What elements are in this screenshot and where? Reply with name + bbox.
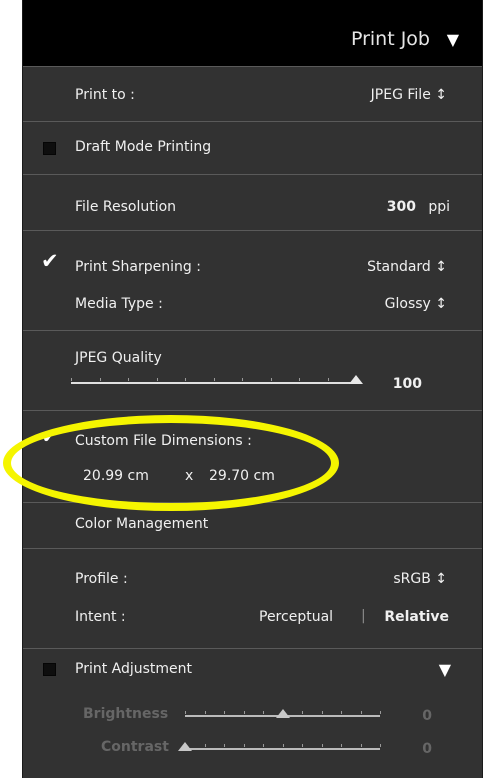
- color-management-section: Color Management Profile : sRGB ↕ Intent…: [23, 502, 482, 649]
- brightness-label: Brightness: [83, 706, 169, 722]
- slider-tick: [128, 378, 129, 381]
- jpeg-quality-section: JPEG Quality 100: [23, 330, 482, 411]
- slider-tick: [99, 378, 101, 381]
- color-management-divider: [23, 548, 482, 549]
- intent-label: Intent :: [75, 609, 126, 625]
- jpeg-quality-slider-thumb[interactable]: [349, 375, 363, 384]
- slider-tick: [302, 744, 303, 747]
- print-sharpening-label: Print Sharpening :: [75, 259, 201, 275]
- contrast-label: Contrast: [101, 739, 169, 755]
- slider-tick: [213, 378, 215, 381]
- slider-tick: [242, 378, 243, 381]
- contrast-ticks: [185, 744, 381, 750]
- jpeg-quality-label: JPEG Quality: [75, 350, 162, 366]
- file-resolution-unit: ppi: [428, 199, 450, 215]
- print-job-panel: Print Job ▼ Print to : JPEG File ↕ Draft…: [22, 0, 483, 778]
- intent-perceptual-option[interactable]: Perceptual: [259, 609, 333, 625]
- custom-dimensions-label: Custom File Dimensions :: [75, 433, 252, 449]
- file-resolution-input[interactable]: 300: [387, 199, 416, 215]
- slider-tick: [263, 744, 264, 747]
- panel-header[interactable]: Print Job ▼: [23, 0, 482, 67]
- slider-tick: [270, 378, 272, 381]
- draft-mode-checkbox[interactable]: [43, 142, 56, 155]
- intent-divider: |: [361, 608, 366, 624]
- contrast-slider-thumb[interactable]: [178, 742, 192, 751]
- jpeg-quality-ticks: [71, 378, 357, 384]
- slider-tick: [341, 744, 342, 747]
- brightness-value: 0: [422, 708, 432, 724]
- slider-tick: [243, 711, 245, 714]
- draft-mode-section: Draft Mode Printing: [23, 121, 482, 175]
- profile-select[interactable]: sRGB ↕: [393, 571, 447, 587]
- slider-tick: [360, 711, 362, 714]
- slider-tick: [302, 711, 303, 714]
- triangle-down-icon[interactable]: ▼: [439, 660, 451, 679]
- slider-tick: [71, 378, 72, 381]
- custom-height-input[interactable]: 29.70 cm: [209, 468, 275, 484]
- slider-tick: [224, 711, 225, 714]
- print-sharpening-select[interactable]: Standard ↕: [367, 259, 447, 275]
- profile-label: Profile :: [75, 571, 128, 587]
- slider-tick: [204, 711, 206, 714]
- custom-dimensions-section: ✔ Custom File Dimensions : 20.99 cm x 29…: [23, 410, 482, 503]
- slider-tick: [380, 711, 381, 714]
- intent-relative-option[interactable]: Relative: [384, 609, 449, 625]
- panel-title: Print Job: [350, 28, 430, 50]
- slider-tick: [360, 744, 362, 747]
- file-resolution-section: File Resolution 300 ppi: [23, 174, 482, 231]
- triangle-down-icon[interactable]: ▼: [447, 30, 459, 49]
- print-to-select[interactable]: JPEG File ↕: [371, 87, 447, 103]
- slider-tick: [380, 744, 381, 747]
- slider-tick: [204, 744, 206, 747]
- custom-dimensions-checkbox[interactable]: ✔: [41, 426, 59, 447]
- slider-tick: [263, 711, 264, 714]
- sharpening-section: ✔ Print Sharpening : Standard ↕ Media Ty…: [23, 230, 482, 331]
- slider-tick: [156, 378, 158, 381]
- file-resolution-label: File Resolution: [75, 199, 177, 215]
- slider-tick: [327, 378, 329, 381]
- slider-tick: [282, 744, 284, 747]
- slider-tick: [321, 711, 323, 714]
- slider-tick: [185, 711, 186, 714]
- contrast-value: 0: [422, 741, 432, 757]
- draft-mode-label: Draft Mode Printing: [75, 139, 212, 155]
- slider-tick: [243, 744, 245, 747]
- custom-width-input[interactable]: 20.99 cm: [83, 468, 149, 484]
- print-adjustment-label: Print Adjustment: [75, 661, 193, 677]
- slider-tick: [224, 744, 225, 747]
- print-to-label: Print to :: [75, 87, 135, 103]
- color-management-title: Color Management: [75, 516, 209, 532]
- media-type-label: Media Type :: [75, 296, 163, 312]
- print-adjustment-checkbox[interactable]: [43, 663, 56, 676]
- dimension-separator: x: [185, 468, 194, 484]
- brightness-slider-thumb[interactable]: [275, 709, 290, 718]
- slider-tick: [321, 744, 323, 747]
- print-sharpening-checkbox[interactable]: ✔: [41, 251, 59, 272]
- print-to-section: Print to : JPEG File ↕: [23, 66, 482, 122]
- slider-tick: [341, 711, 342, 714]
- media-type-select[interactable]: Glossy ↕: [385, 296, 447, 312]
- jpeg-quality-value: 100: [392, 376, 422, 392]
- slider-tick: [299, 378, 300, 381]
- slider-tick: [185, 378, 186, 381]
- print-adjustment-section: Print Adjustment ▼ Brightness 0 Contrast…: [23, 648, 482, 779]
